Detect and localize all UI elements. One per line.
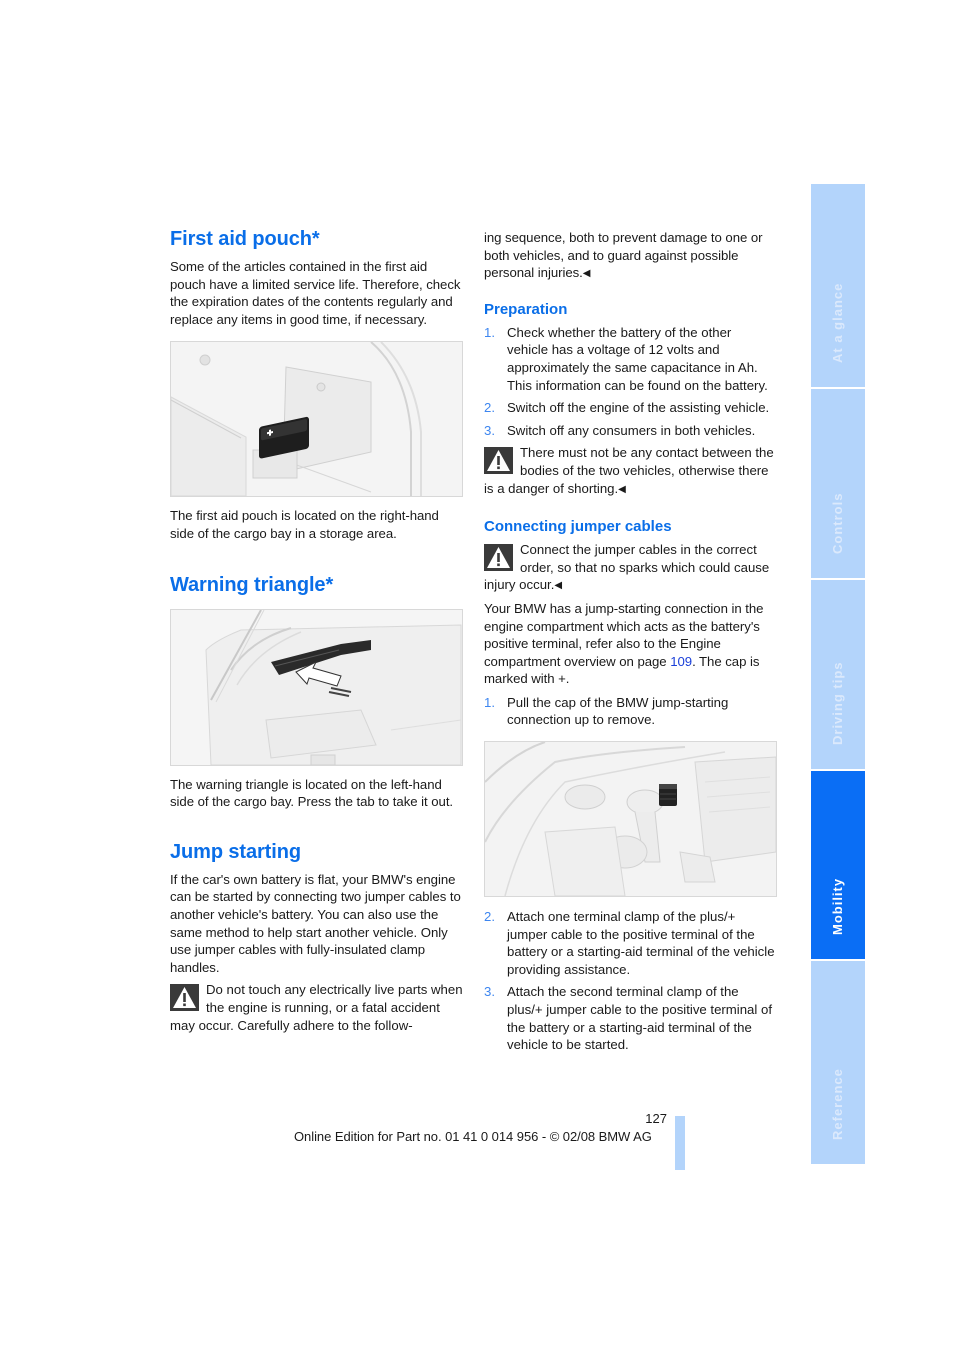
- step-number: 3.: [484, 984, 495, 1000]
- tab-reference[interactable]: Reference: [811, 961, 865, 1164]
- footer-accent-bar: [675, 1116, 685, 1170]
- first-aid-heading: First aid pouch*: [170, 228, 320, 250]
- warning-triangle-illustration: [171, 609, 462, 765]
- tab-label: Mobility: [830, 877, 845, 935]
- warning-triangle-figure: [170, 608, 463, 766]
- tab-label: At a glance: [830, 282, 845, 363]
- connecting-warning: Connect the jumper cables in the correct…: [484, 541, 776, 595]
- list-item: 3. Switch off any consumers in both vehic…: [484, 422, 776, 440]
- tab-label: Controls: [830, 492, 845, 554]
- first-aid-caption: The first aid pouch is located on the ri…: [170, 508, 439, 541]
- connection-description: Your BMW has a jump-starting connection …: [484, 600, 776, 688]
- jump-starting-warning: Do not touch any electrically live parts…: [170, 981, 466, 1034]
- shorting-warning: There must not be any contact between th…: [484, 444, 776, 498]
- step-text: Switch off any consumers in both vehicle…: [507, 422, 756, 438]
- jump-starting-heading: Jump starting: [170, 840, 301, 863]
- end-mark-icon: ◀: [582, 268, 591, 280]
- tab-at-a-glance[interactable]: At a glance: [811, 184, 865, 387]
- engine-compartment-illustration: [485, 742, 776, 897]
- warning-icon: [484, 544, 513, 572]
- step-number: 2.: [484, 909, 495, 925]
- page-number: 127: [645, 1111, 667, 1126]
- connecting-steps-a: 1. Pull the cap of the BMW jump-starting …: [484, 694, 776, 729]
- list-item: 2. Attach one terminal clamp of the plus/…: [484, 908, 776, 978]
- list-item: 1. Pull the cap of the BMW jump-starting …: [484, 694, 776, 729]
- step-number: 1.: [484, 694, 495, 710]
- step-text: Pull the cap of the BMW jump-starting co…: [507, 694, 729, 728]
- tab-label: Driving tips: [830, 661, 845, 745]
- footer-edition: Online Edition for Part no. 01 41 0 014 …: [294, 1129, 652, 1144]
- preparation-heading: Preparation: [484, 300, 568, 318]
- list-item: 1. Check whether the battery of the other…: [484, 324, 776, 394]
- page-link[interactable]: 109: [670, 654, 692, 669]
- preparation-steps: 1. Check whether the battery of the other…: [484, 324, 776, 440]
- warning-text-part1: Do not touch any electrically live parts…: [170, 982, 463, 1033]
- chapter-tabs: At a glance Controls Driving tips Mobili…: [811, 184, 865, 1166]
- warning-triangle-caption: The warning triangle is located on the l…: [170, 776, 454, 810]
- step-number: 1.: [484, 324, 495, 340]
- tab-label: Reference: [830, 1068, 845, 1140]
- step-text: Attach one terminal clamp of the plus/+ …: [507, 909, 775, 977]
- jump-starting-intro: If the car's own battery is flat, your B…: [170, 871, 461, 975]
- first-aid-pouch-illustration: [171, 342, 462, 497]
- step-number: 2.: [484, 400, 495, 416]
- warning-text: There must not be any contact between th…: [484, 445, 774, 496]
- tab-driving-tips[interactable]: Driving tips: [811, 580, 865, 769]
- end-mark-icon: ◀: [618, 483, 626, 495]
- warning-text: Connect the jumper cables in the correct…: [484, 542, 770, 593]
- right-column: ing sequence, both to prevent damage to …: [484, 229, 777, 1059]
- engine-compartment-figure: [484, 741, 777, 898]
- step-text: Attach the second terminal clamp of the …: [507, 984, 772, 1053]
- tab-mobility[interactable]: Mobility: [811, 771, 865, 959]
- warning-continuation: ing sequence, both to prevent damage to …: [484, 230, 763, 281]
- connecting-heading: Connecting jumper cables: [484, 518, 672, 536]
- first-aid-intro: Some of the articles contained in the fi…: [170, 259, 461, 327]
- warning-icon: [170, 984, 199, 1012]
- jump-start-cap: [659, 784, 677, 807]
- end-mark-icon: ◀: [554, 580, 563, 592]
- warning-text-part2: ing sequence, both to prevent damage to …: [484, 229, 776, 283]
- step-text: Switch off the engine of the assisting v…: [507, 400, 770, 416]
- step-number: 3.: [484, 422, 495, 438]
- warning-icon: [484, 447, 513, 475]
- step-text: Check whether the battery of the other v…: [507, 324, 768, 393]
- first-aid-figure: [170, 341, 463, 498]
- connecting-steps-b: 2. Attach one terminal clamp of the plus/…: [484, 908, 776, 1054]
- warning-triangle-heading: Warning triangle*: [170, 573, 334, 596]
- tab-controls[interactable]: Controls: [811, 389, 865, 578]
- list-item: 3. Attach the second terminal clamp of th…: [484, 983, 776, 1053]
- left-column: First aid pouch* Some of the articles co…: [170, 226, 466, 1034]
- list-item: 2. Switch off the engine of the assisting…: [484, 399, 776, 417]
